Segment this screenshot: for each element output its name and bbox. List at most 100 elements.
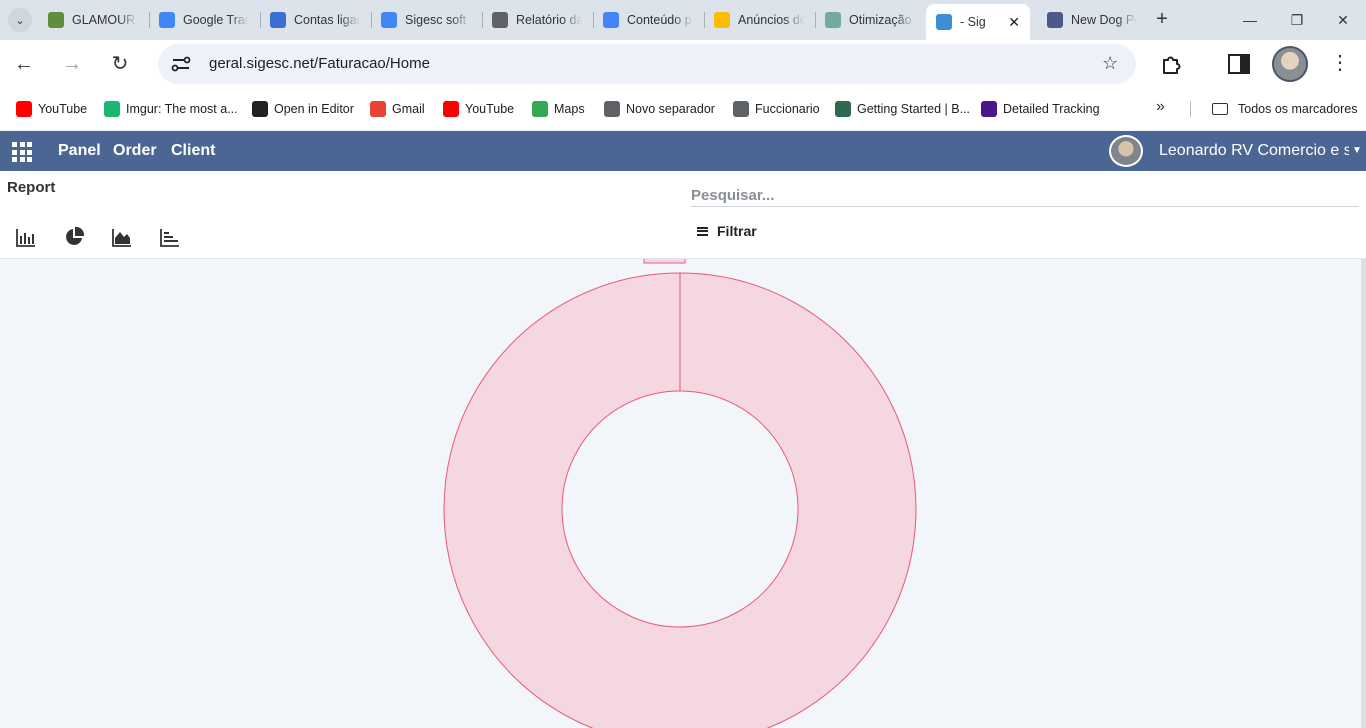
browser-tab[interactable]: Anúncios dc <box>714 6 804 34</box>
bootstrap-icon <box>835 101 851 117</box>
bookmark-item[interactable]: Imgur: The most a... <box>104 100 238 118</box>
bookmark-item[interactable]: Open in Editor <box>252 100 354 118</box>
tab-separator <box>704 12 705 28</box>
apps-grid-icon[interactable] <box>12 142 32 162</box>
browser-tab[interactable]: Contas ligac <box>270 6 360 34</box>
tab-separator <box>149 12 150 28</box>
bookmark-item[interactable]: Maps <box>532 100 585 118</box>
bookmark-item[interactable]: Getting Started | B... <box>835 100 970 118</box>
url-text[interactable]: geral.sigesc.net/Faturacao/Home <box>209 55 430 72</box>
forward-arrow-icon[interactable]: → <box>60 52 84 76</box>
bookmark-label: Imgur: The most a... <box>126 102 238 116</box>
filter-button[interactable]: Filtrar <box>697 223 757 239</box>
bar-chart-icon[interactable] <box>15 226 37 248</box>
globe-icon <box>1047 12 1063 28</box>
area-chart-icon[interactable] <box>111 226 133 248</box>
browser-tab[interactable]: Google Trad <box>159 6 249 34</box>
chrome-icon <box>604 101 620 117</box>
bookmark-label: Detailed Tracking <box>1003 102 1100 116</box>
bookmark-item[interactable]: YouTube <box>443 100 514 118</box>
browser-tab[interactable]: GLAMOUR C <box>48 6 138 34</box>
google-icon <box>381 12 397 28</box>
bookmarks-divider <box>1190 101 1191 117</box>
minimize-icon[interactable]: — <box>1238 8 1262 32</box>
pie-chart-icon[interactable] <box>63 226 85 248</box>
youtube-icon <box>16 101 32 117</box>
browser-tab-strip: ⌄ GLAMOUR C Google Trad Contas ligac Sigesc… <box>0 0 1366 40</box>
report-control-bar: Report Filtrar <box>0 171 1366 259</box>
browser-tab[interactable]: Otimização <box>825 6 915 34</box>
profile-avatar[interactable] <box>1272 46 1308 82</box>
tab-title: New Dog Pe <box>1071 13 1137 27</box>
gmail-icon <box>370 101 386 117</box>
bookmark-item[interactable]: YouTube <box>16 100 87 118</box>
tab-search-chevron-icon[interactable]: ⌄ <box>8 8 32 32</box>
search-input[interactable] <box>691 185 1359 207</box>
bookmark-item[interactable]: Novo separador <box>604 100 715 118</box>
new-tab-plus-icon[interactable]: + <box>1152 8 1172 30</box>
caret-down-icon[interactable]: ▼ <box>1352 145 1362 156</box>
bookmark-label: YouTube <box>465 102 515 116</box>
page-scrollbar[interactable] <box>1361 259 1366 728</box>
shopify-icon <box>48 12 64 28</box>
user-name-menu[interactable]: Leonardo RV Comercio e se <box>1159 142 1349 160</box>
stacked-bar-icon[interactable] <box>159 226 181 248</box>
extensions-puzzle-icon[interactable] <box>1160 52 1184 76</box>
bookmark-label: YouTube <box>38 102 88 116</box>
bookmarks-bar: YouTube Imgur: The most a... Open in Edito… <box>0 88 1366 130</box>
bookmark-label: Maps <box>554 102 585 116</box>
tab-title: Google Trad <box>183 13 249 27</box>
close-tab-icon[interactable]: ✕ <box>1008 14 1020 31</box>
user-avatar[interactable] <box>1109 135 1143 167</box>
browser-menu-icon[interactable]: ⋮ <box>1330 52 1350 74</box>
tab-title: Conteúdo p <box>627 13 692 27</box>
tab-separator <box>815 12 816 28</box>
tab-separator <box>482 12 483 28</box>
bookmark-item[interactable]: Gmail <box>370 100 425 118</box>
tab-title: Sigesc soft - <box>405 13 471 27</box>
bookmark-label: Open in Editor <box>274 102 354 116</box>
browser-tab[interactable]: Relatório da <box>492 6 582 34</box>
report-title: Report <box>7 179 56 196</box>
bookmark-star-icon[interactable]: ☆ <box>1102 53 1118 74</box>
address-bar[interactable]: geral.sigesc.net/Faturacao/Home ☆ <box>158 44 1136 84</box>
imgur-icon <box>104 101 120 117</box>
nav-order[interactable]: Order <box>113 142 157 160</box>
codepen-icon <box>252 101 268 117</box>
side-panel-icon[interactable] <box>1228 54 1250 74</box>
restore-icon[interactable]: ❐ <box>1285 8 1309 32</box>
site-settings-icon[interactable] <box>170 54 192 74</box>
tab-title: Relatório da <box>516 13 582 27</box>
bookmark-item[interactable]: Fuccionario <box>733 100 820 118</box>
tab-title: GLAMOUR C <box>72 13 138 27</box>
legend-swatch[interactable] <box>643 259 686 264</box>
nav-panel[interactable]: Panel <box>58 142 101 160</box>
tab-separator <box>260 12 261 28</box>
chrome-icon <box>733 101 749 117</box>
sigesc-icon <box>936 14 952 30</box>
browser-tab[interactable]: Sigesc soft - <box>381 6 471 34</box>
bookmark-label: Gmail <box>392 102 425 116</box>
bookmark-item[interactable]: Detailed Tracking <box>981 100 1100 118</box>
close-window-icon[interactable]: ✕ <box>1331 8 1355 32</box>
all-bookmarks-folder[interactable]: Todos os marcadores <box>1212 100 1358 118</box>
tab-separator <box>593 12 594 28</box>
chart-area <box>0 259 1366 728</box>
browser-tab[interactable]: Conteúdo p <box>603 6 693 34</box>
folder-icon <box>1212 103 1228 115</box>
tab-title: Contas ligac <box>294 13 360 27</box>
nav-client[interactable]: Client <box>171 142 215 160</box>
more-bookmarks-icon[interactable]: » <box>1156 98 1165 116</box>
tab-title: - Sig <box>960 15 986 29</box>
back-arrow-icon[interactable]: ← <box>12 52 36 76</box>
browser-toolbar: ← → ↻ geral.sigesc.net/Faturacao/Home ☆ … <box>0 40 1366 88</box>
browser-tab[interactable]: - Sig ✕ <box>926 4 1030 40</box>
report-icon <box>492 12 508 28</box>
menu-lines-icon <box>697 226 708 236</box>
fedex-icon <box>981 101 997 117</box>
bookmark-label: Fuccionario <box>755 102 820 116</box>
tab-separator <box>371 12 372 28</box>
browser-tab[interactable]: New Dog Pe <box>1047 6 1137 34</box>
reload-icon[interactable]: ↻ <box>108 52 132 76</box>
google-ads-icon <box>714 12 730 28</box>
